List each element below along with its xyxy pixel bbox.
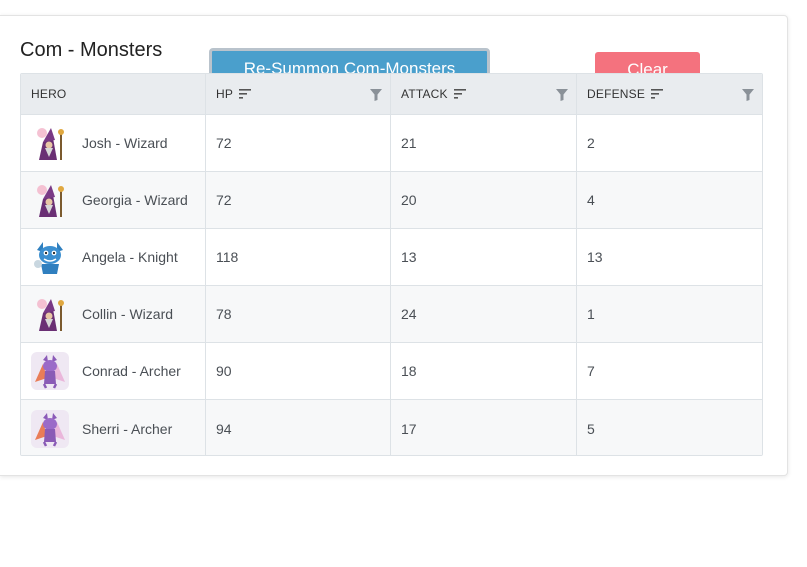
defense-cell: 2: [587, 135, 595, 151]
table-row[interactable]: Angela - Knight 118 13 13: [21, 229, 762, 286]
archer-icon: [31, 352, 69, 390]
filter-icon[interactable]: [370, 89, 382, 101]
wizard-icon: [31, 124, 69, 162]
hero-cell: Georgia - Wizard: [21, 172, 206, 228]
table-row[interactable]: Conrad - Archer 90 18 7: [21, 343, 762, 400]
hp-cell: 78: [206, 286, 391, 342]
hero-name: Sherri - Archer: [82, 420, 173, 437]
sort-icon[interactable]: [651, 89, 664, 99]
attack-cell: 20: [391, 172, 577, 228]
column-header-label: HP: [216, 87, 234, 101]
table-row[interactable]: Collin - Wizard 78 24 1: [21, 286, 762, 343]
column-header-label: DEFENSE: [587, 87, 646, 101]
attack-cell: 18: [391, 343, 577, 399]
column-header-defense[interactable]: DEFENSE: [577, 74, 762, 114]
grid-header: HERO HP ATTACK DEFENSE: [21, 74, 762, 115]
hero-cell: Sherri - Archer: [21, 400, 206, 455]
attack-cell: 21: [391, 115, 577, 171]
defense-cell: 4: [587, 192, 595, 208]
column-header-hp[interactable]: HP: [206, 74, 391, 114]
attack-cell: 13: [391, 229, 577, 285]
monsters-grid: HERO HP ATTACK DEFENSE Josh - Wizard 72 …: [20, 73, 763, 456]
wizard-icon: [31, 295, 69, 333]
filter-icon[interactable]: [556, 89, 568, 101]
table-row[interactable]: Josh - Wizard 72 21 2: [21, 115, 762, 172]
archer-icon: [31, 409, 69, 448]
hero-name: Angela - Knight: [82, 249, 178, 265]
defense-cell: 5: [587, 420, 595, 437]
sort-icon[interactable]: [453, 89, 466, 99]
hp-cell: 72: [206, 172, 391, 228]
hp-cell: 118: [206, 229, 391, 285]
hero-name: Collin - Wizard: [82, 306, 174, 322]
hero-cell: Josh - Wizard: [21, 115, 206, 171]
sort-icon[interactable]: [239, 89, 252, 99]
filter-icon[interactable]: [742, 89, 754, 101]
wizard-icon: [31, 181, 69, 219]
defense-cell: 7: [587, 363, 595, 379]
hero-name: Conrad - Archer: [82, 363, 181, 379]
column-header-label: ATTACK: [401, 87, 448, 101]
hero-name: Georgia - Wizard: [82, 192, 188, 208]
hp-cell: 72: [206, 115, 391, 171]
defense-cell: 13: [587, 249, 603, 265]
hero-name: Josh - Wizard: [82, 135, 168, 151]
attack-cell: 17: [391, 400, 577, 455]
attack-cell: 24: [391, 286, 577, 342]
hero-cell: Conrad - Archer: [21, 343, 206, 399]
table-row[interactable]: Sherri - Archer 94 17 5: [21, 400, 762, 455]
column-header-hero[interactable]: HERO: [21, 74, 206, 114]
panel-title: Com - Monsters: [20, 39, 163, 61]
column-header-label: HERO: [31, 87, 67, 101]
knight-icon: [31, 238, 69, 276]
hero-cell: Angela - Knight: [21, 229, 206, 285]
hero-cell: Collin - Wizard: [21, 286, 206, 342]
column-header-attack[interactable]: ATTACK: [391, 74, 577, 114]
hp-cell: 90: [206, 343, 391, 399]
hp-cell: 94: [206, 400, 391, 455]
table-row[interactable]: Georgia - Wizard 72 20 4: [21, 172, 762, 229]
defense-cell: 1: [587, 306, 595, 322]
